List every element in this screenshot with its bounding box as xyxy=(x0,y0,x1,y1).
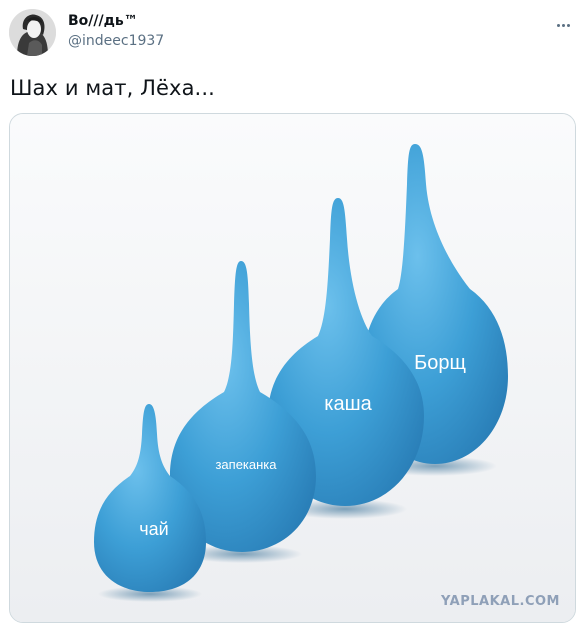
enema-bulbs-image: Борщ каша запеканка чай YAPLAKAL.COM xyxy=(10,114,575,622)
more-dots-icon[interactable] xyxy=(552,14,574,36)
avatar-portrait-icon xyxy=(9,9,56,56)
bulb-label-kasha: каша xyxy=(324,393,372,415)
author-name[interactable]: Bo///дь™ xyxy=(68,13,138,29)
bulb-label-zapekanka: запеканка xyxy=(215,457,277,472)
bulb-label-chay: чай xyxy=(139,519,168,539)
tweet-header: Bo///дь™ @indeec1937 xyxy=(0,0,586,62)
avatar[interactable] xyxy=(9,9,56,56)
tweet-text: Шах и мат, Лёха... xyxy=(10,76,215,100)
bulb-label-borshch: Борщ xyxy=(414,352,466,374)
watermark: YAPLAKAL.COM xyxy=(440,594,560,609)
author-handle[interactable]: @indeec1937 xyxy=(68,33,164,49)
tweet-image[interactable]: Борщ каша запеканка чай YAPLAKAL.COM xyxy=(9,113,576,623)
